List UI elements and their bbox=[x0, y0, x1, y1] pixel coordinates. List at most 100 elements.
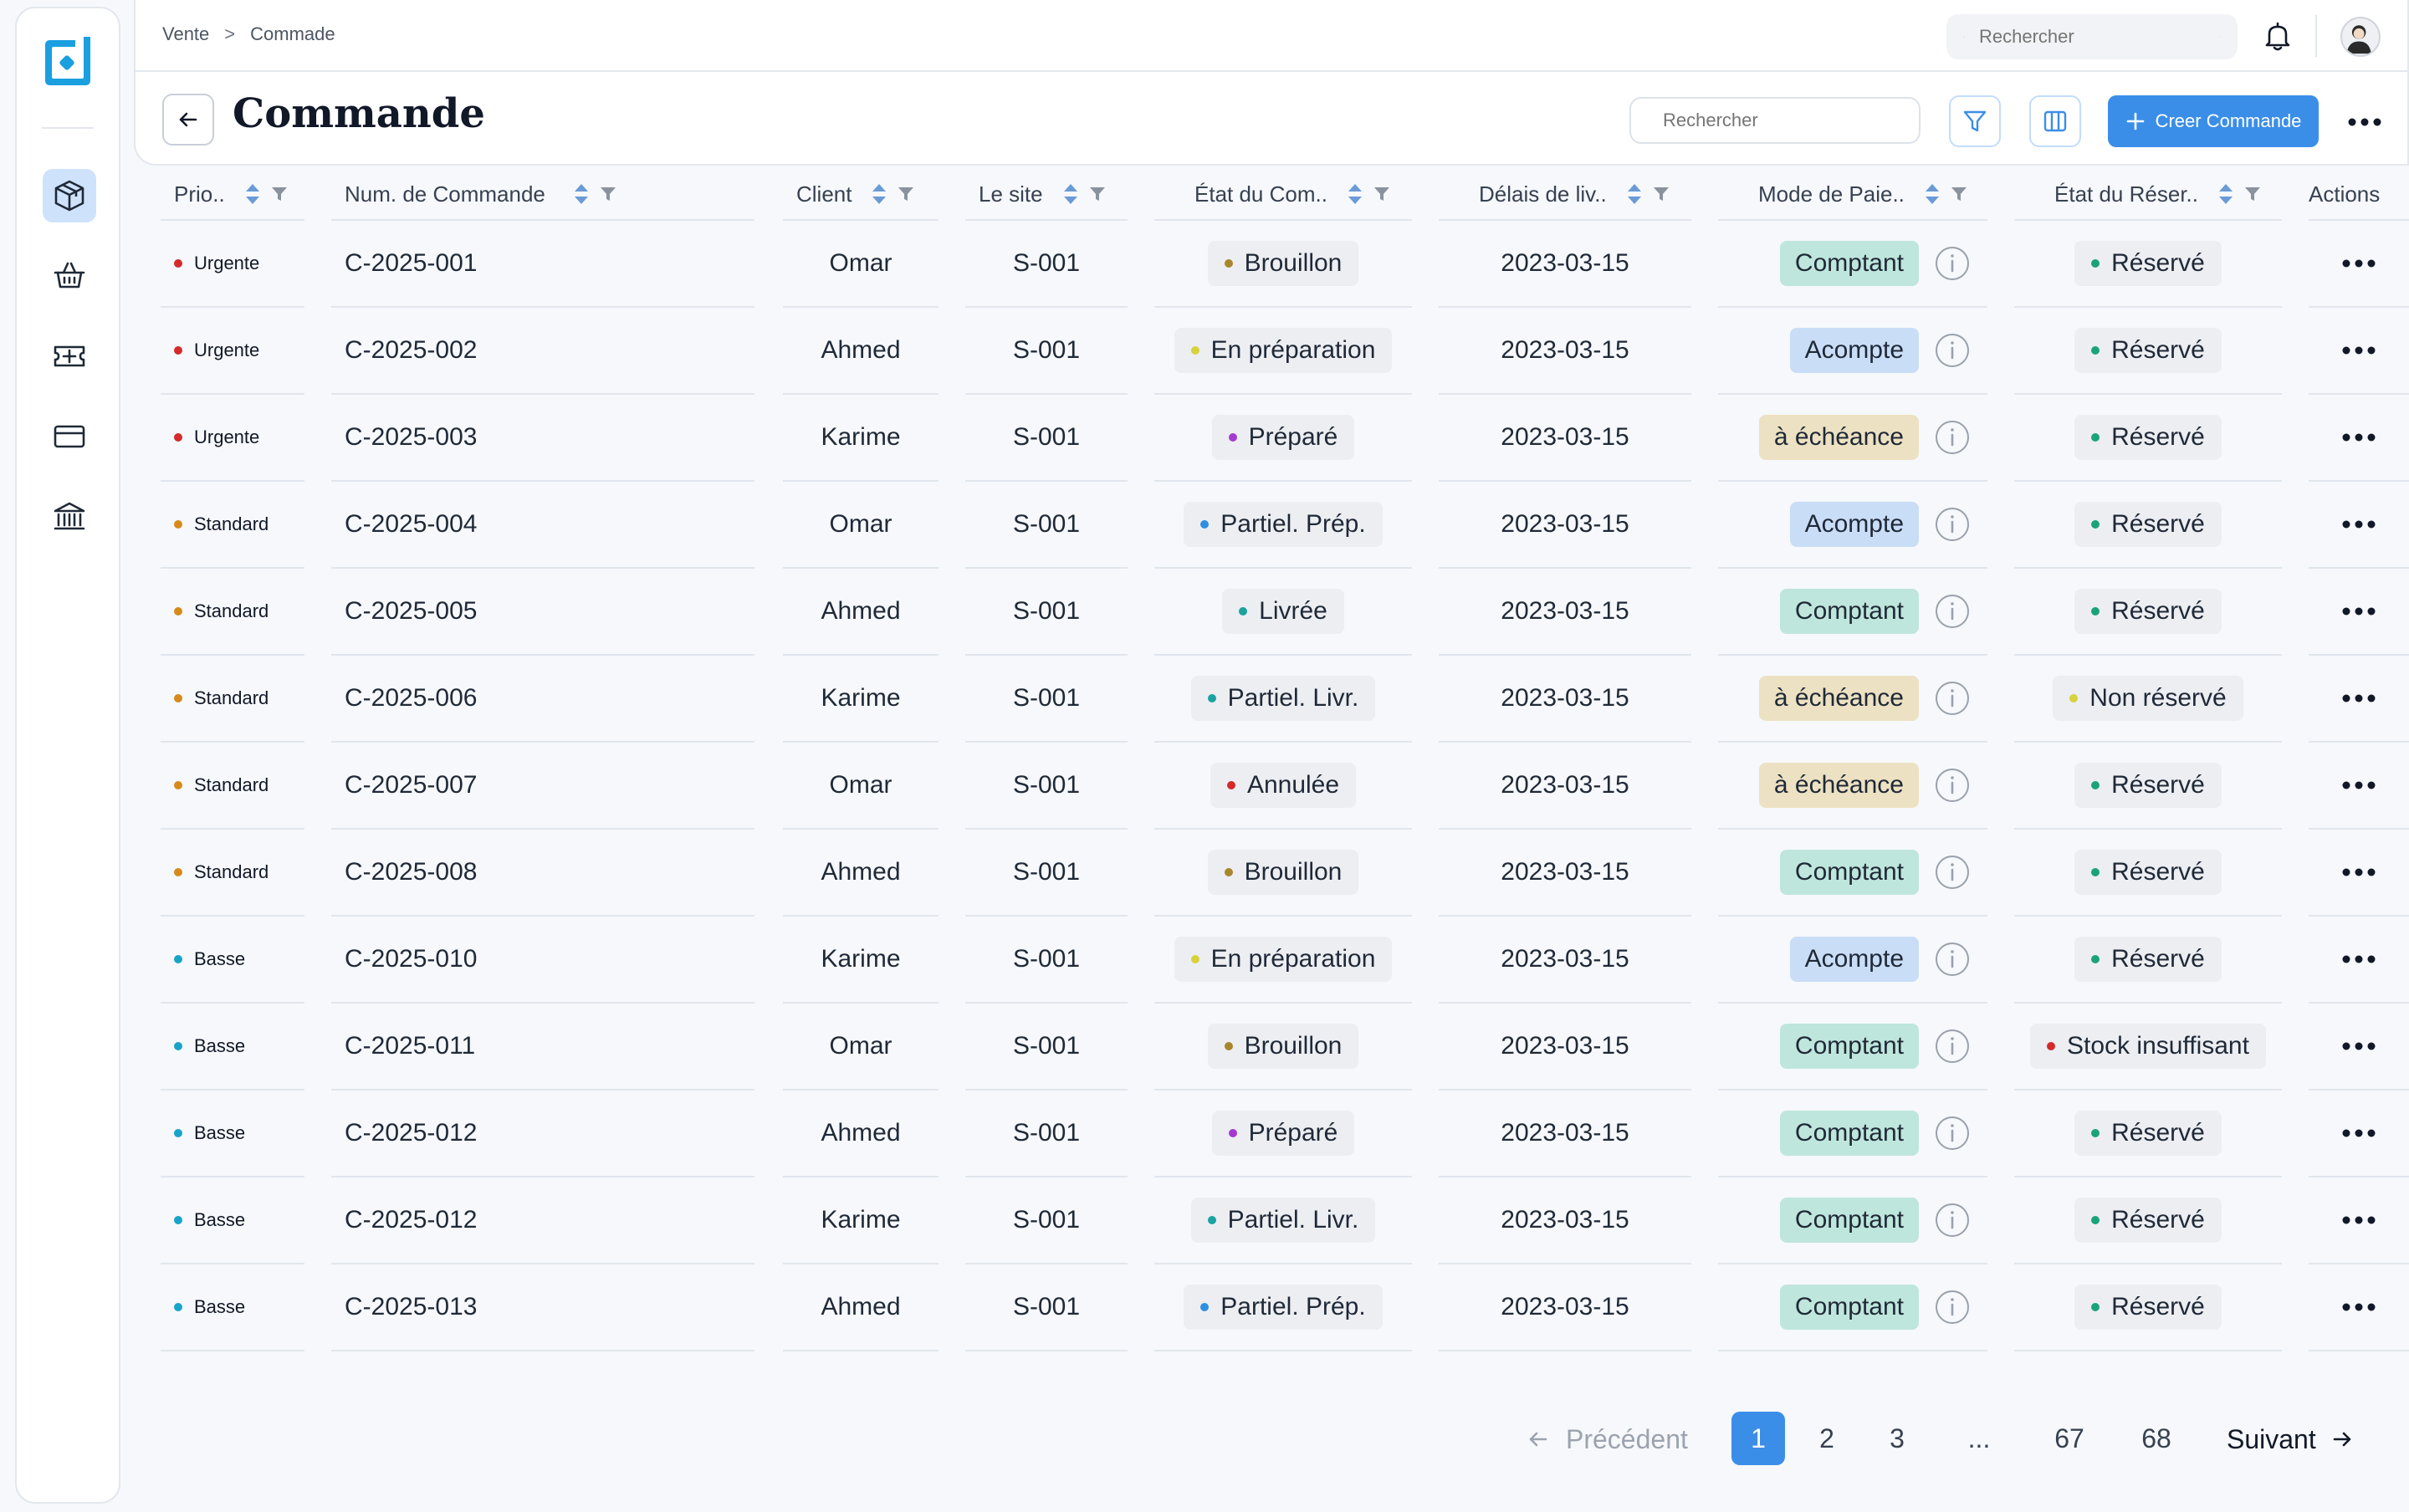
breadcrumb-item-vente[interactable]: Vente bbox=[162, 23, 209, 45]
previous-page-button[interactable]: Précédent bbox=[1526, 1412, 1688, 1467]
column-filter-icon[interactable] bbox=[1373, 185, 1391, 203]
filter-button[interactable] bbox=[1949, 95, 2001, 147]
row-actions-button[interactable] bbox=[2309, 1264, 2409, 1350]
order-number-cell[interactable]: C-2025-002 bbox=[331, 308, 754, 393]
column-filter-icon[interactable] bbox=[599, 185, 617, 203]
avatar[interactable] bbox=[2340, 17, 2381, 57]
topbar-divider bbox=[2315, 15, 2317, 57]
order-number-cell[interactable]: C-2025-012 bbox=[331, 1177, 754, 1263]
order-number-cell[interactable]: C-2025-011 bbox=[331, 1004, 754, 1089]
sort-icon[interactable] bbox=[1625, 181, 1644, 207]
info-icon[interactable] bbox=[1934, 506, 1971, 543]
sidebar-item-bank[interactable] bbox=[43, 490, 96, 544]
info-icon[interactable] bbox=[1934, 680, 1971, 717]
info-icon[interactable] bbox=[1934, 854, 1971, 891]
column-filter-icon[interactable] bbox=[897, 185, 915, 203]
top-search-box[interactable] bbox=[1946, 14, 2238, 59]
order-number-cell[interactable]: C-2025-012 bbox=[331, 1091, 754, 1176]
order-number-cell[interactable]: C-2025-004 bbox=[331, 482, 754, 567]
column-header-prio[interactable]: Prio.. bbox=[174, 171, 289, 217]
sort-icon[interactable] bbox=[870, 181, 888, 207]
order-number-cell[interactable]: C-2025-003 bbox=[331, 395, 754, 480]
order-number-cell[interactable]: C-2025-006 bbox=[331, 656, 754, 741]
column-header-num[interactable]: Num. de Commande bbox=[345, 171, 617, 217]
sort-icon[interactable] bbox=[1923, 181, 1941, 207]
order-number-cell[interactable]: C-2025-013 bbox=[331, 1264, 754, 1350]
sort-icon[interactable] bbox=[572, 181, 591, 207]
order-number-cell[interactable]: C-2025-007 bbox=[331, 743, 754, 828]
row-actions-button[interactable] bbox=[2309, 221, 2409, 306]
info-icon[interactable] bbox=[1934, 941, 1971, 978]
info-icon[interactable] bbox=[1934, 1028, 1971, 1065]
row-actions-button[interactable] bbox=[2309, 308, 2409, 393]
sidebar-item-payments[interactable] bbox=[43, 410, 96, 463]
sidebar-item-basket[interactable] bbox=[43, 249, 96, 303]
info-icon[interactable] bbox=[1934, 1289, 1971, 1326]
info-icon[interactable] bbox=[1934, 332, 1971, 369]
status-badge: Partiel. Livr. bbox=[1190, 1198, 1376, 1243]
column-header-label: Num. de Commande bbox=[345, 181, 545, 207]
next-label: Suivant bbox=[2227, 1423, 2316, 1454]
status-label: Brouillon bbox=[1244, 858, 1343, 886]
column-header-reserv[interactable]: État du Réser.. bbox=[2054, 171, 2262, 217]
row-actions-button[interactable] bbox=[2309, 656, 2409, 741]
column-filter-icon[interactable] bbox=[1950, 185, 1968, 203]
column-filter-icon[interactable] bbox=[270, 185, 289, 203]
row-actions-button[interactable] bbox=[2309, 395, 2409, 480]
column-header-mode[interactable]: Mode de Paie.. bbox=[1758, 171, 1968, 217]
column-filter-icon[interactable] bbox=[1088, 185, 1107, 203]
order-status-cell: Brouillon bbox=[1154, 221, 1412, 306]
info-icon[interactable] bbox=[1934, 419, 1971, 456]
column-header-label: Actions bbox=[2309, 181, 2381, 207]
top-search-input[interactable] bbox=[1979, 26, 2220, 48]
sort-icon[interactable] bbox=[1346, 181, 1364, 207]
info-icon[interactable] bbox=[1934, 767, 1971, 804]
page-1-button[interactable]: 1 bbox=[1731, 1412, 1785, 1465]
page-68-button[interactable]: 68 bbox=[2130, 1412, 2183, 1465]
order-number-cell[interactable]: C-2025-005 bbox=[331, 569, 754, 654]
order-number-cell[interactable]: C-2025-008 bbox=[331, 830, 754, 915]
column-header-etat[interactable]: État du Com.. bbox=[1194, 171, 1391, 217]
info-icon[interactable] bbox=[1934, 1202, 1971, 1239]
row-actions-button[interactable] bbox=[2309, 830, 2409, 915]
column-header-site[interactable]: Le site bbox=[979, 171, 1107, 217]
page-2-button[interactable]: 2 bbox=[1800, 1412, 1854, 1465]
column-header-delais[interactable]: Délais de liv.. bbox=[1479, 171, 1670, 217]
row-actions-button[interactable] bbox=[2309, 917, 2409, 1002]
more-options-button[interactable] bbox=[2344, 105, 2386, 139]
page-3-button[interactable]: 3 bbox=[1870, 1412, 1924, 1465]
page-67-button[interactable]: 67 bbox=[2043, 1412, 2096, 1465]
table-search-box[interactable] bbox=[1629, 97, 1921, 144]
columns-button[interactable] bbox=[2029, 95, 2081, 147]
breadcrumb-item-commade[interactable]: Commade bbox=[250, 23, 335, 45]
row-actions-button[interactable] bbox=[2309, 743, 2409, 828]
info-icon[interactable] bbox=[1934, 1115, 1971, 1152]
row-actions-button[interactable] bbox=[2309, 1004, 2409, 1089]
sort-icon[interactable] bbox=[243, 181, 262, 207]
row-actions-button[interactable] bbox=[2309, 569, 2409, 654]
column-filter-icon[interactable] bbox=[2243, 185, 2262, 203]
info-icon[interactable] bbox=[1934, 593, 1971, 630]
column-header-client[interactable]: Client bbox=[796, 171, 915, 217]
sidebar-item-tickets[interactable] bbox=[43, 329, 96, 383]
site-cell: S-001 bbox=[1012, 684, 1081, 712]
row-actions-button[interactable] bbox=[2309, 1177, 2409, 1263]
next-page-button[interactable]: Suivant bbox=[2227, 1412, 2355, 1467]
reservation-label: Réservé bbox=[2111, 249, 2205, 277]
sort-icon[interactable] bbox=[2217, 181, 2235, 207]
bell-icon[interactable] bbox=[2260, 18, 2295, 54]
status-label: Partiel. Prép. bbox=[1220, 510, 1366, 538]
back-button[interactable] bbox=[162, 94, 214, 146]
column-filter-icon[interactable] bbox=[1652, 185, 1670, 203]
table-search-input[interactable] bbox=[1663, 110, 1904, 131]
info-icon[interactable] bbox=[2220, 24, 2221, 49]
create-order-button[interactable]: Creer Commande bbox=[2108, 95, 2319, 147]
order-number-cell[interactable]: C-2025-010 bbox=[331, 917, 754, 1002]
logo-divider bbox=[42, 127, 94, 129]
sidebar-item-orders[interactable] bbox=[43, 169, 96, 222]
row-actions-button[interactable] bbox=[2309, 482, 2409, 567]
order-number-cell[interactable]: C-2025-001 bbox=[331, 221, 754, 306]
row-actions-button[interactable] bbox=[2309, 1091, 2409, 1176]
sort-icon[interactable] bbox=[1061, 181, 1080, 207]
info-icon[interactable] bbox=[1934, 245, 1971, 282]
